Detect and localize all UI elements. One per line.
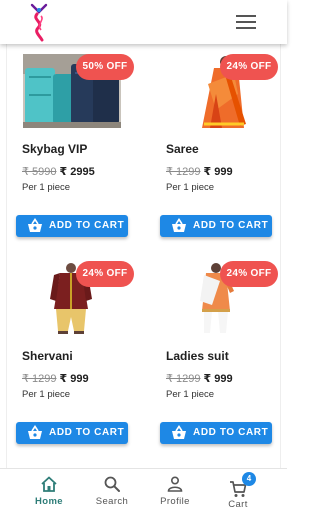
basket-icon: [28, 425, 42, 439]
add-to-cart-button[interactable]: ADD TO CART: [160, 422, 272, 444]
product-name[interactable]: Saree: [166, 142, 199, 156]
original-price: ₹ 5990: [22, 166, 57, 178]
add-to-cart-label: ADD TO CART: [49, 427, 125, 438]
home-icon: [41, 476, 57, 492]
nav-cart-label: Cart: [228, 499, 248, 510]
original-price: ₹ 1299: [166, 166, 201, 178]
unit-label: Per 1 piece: [166, 182, 215, 193]
discount-badge: 24% OFF: [220, 54, 278, 80]
search-icon: [104, 476, 120, 492]
product-name[interactable]: Shervani: [22, 349, 73, 363]
nav-search-label: Search: [95, 496, 129, 507]
sale-price: ₹ 2995: [59, 166, 95, 178]
product-price: ₹ 5990 ₹ 2995: [22, 165, 95, 178]
sale-price: ₹ 999: [203, 373, 233, 385]
unit-label: Per 1 piece: [166, 389, 215, 400]
sale-price: ₹ 999: [59, 373, 89, 385]
add-to-cart-button[interactable]: ADD TO CART: [16, 215, 128, 237]
product-grid: 50% OFF Skybag VIP ₹ 5990 ₹ 2995 Per 1 pi…: [0, 44, 287, 468]
original-price: ₹ 1299: [166, 373, 201, 385]
nav-profile[interactable]: Profile: [145, 469, 205, 512]
basket-icon: [28, 218, 42, 232]
app-bar: [0, 0, 287, 44]
add-to-cart-label: ADD TO CART: [193, 220, 269, 231]
product-price: ₹ 1299 ₹ 999: [166, 372, 233, 385]
product-card[interactable]: 24% OFF Saree ₹ 1299 ₹ 999 Per 1 piece AD…: [160, 44, 287, 244]
discount-badge: 24% OFF: [220, 261, 278, 287]
product-card[interactable]: 24% OFF Ladies suit ₹ 1299 ₹ 999 Per 1 pi…: [160, 251, 287, 451]
nav-profile-label: Profile: [160, 496, 190, 507]
profile-icon: [167, 476, 183, 492]
discount-badge: 24% OFF: [76, 261, 134, 287]
nav-search[interactable]: Search: [82, 469, 142, 512]
nav-home[interactable]: Home: [19, 469, 79, 512]
product-price: ₹ 1299 ₹ 999: [22, 372, 89, 385]
basket-icon: [172, 218, 186, 232]
product-card[interactable]: 24% OFF Shervani ₹ 1299 ₹ 999 Per 1 piece…: [16, 251, 144, 451]
bottom-navigation: Home Search Profile 4 Cart: [0, 468, 287, 512]
product-card[interactable]: 50% OFF Skybag VIP ₹ 5990 ₹ 2995 Per 1 pi…: [16, 44, 144, 244]
add-to-cart-label: ADD TO CART: [193, 427, 269, 438]
basket-icon: [172, 425, 186, 439]
add-to-cart-label: ADD TO CART: [49, 220, 125, 231]
cart-count-badge: 4: [242, 472, 256, 486]
original-price: ₹ 1299: [22, 373, 57, 385]
product-name[interactable]: Ladies suit: [166, 349, 229, 363]
hamburger-menu-icon[interactable]: [236, 15, 256, 29]
add-to-cart-button[interactable]: ADD TO CART: [160, 215, 272, 237]
nav-home-label: Home: [35, 496, 63, 507]
brand-logo[interactable]: [26, 2, 52, 42]
nav-cart[interactable]: 4 Cart: [208, 469, 268, 512]
discount-badge: 50% OFF: [76, 54, 134, 80]
unit-label: Per 1 piece: [22, 182, 71, 193]
add-to-cart-button[interactable]: ADD TO CART: [16, 422, 128, 444]
product-price: ₹ 1299 ₹ 999: [166, 165, 233, 178]
unit-label: Per 1 piece: [22, 389, 71, 400]
product-name[interactable]: Skybag VIP: [22, 142, 87, 156]
sale-price: ₹ 999: [203, 166, 233, 178]
